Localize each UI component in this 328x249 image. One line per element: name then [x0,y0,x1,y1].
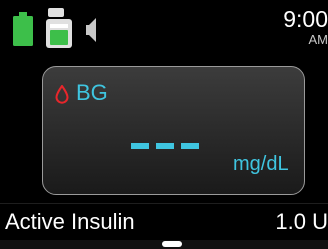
divider [0,203,328,204]
speaker-icon [86,18,96,42]
bg-label: BG [76,80,108,105]
clock-time: 9:00 [283,6,328,32]
active-insulin-label: Active Insulin [5,209,135,234]
bg-card[interactable]: BG mg/dL [42,66,305,195]
active-insulin-value: 1.0 U [275,209,328,234]
scroll-indicator[interactable] [162,241,182,247]
bg-value-dash [131,143,149,149]
battery-icon [13,12,33,46]
bg-value-dash [156,143,174,149]
clock-ampm: AM [308,32,328,47]
bg-value-placeholder [131,143,199,149]
status-bar: 9:00 AM [0,0,328,50]
blood-drop-icon [55,85,69,104]
bg-unit: mg/dL [233,153,289,175]
bg-value-dash [181,143,199,149]
insulin-cartridge-icon [46,8,72,48]
